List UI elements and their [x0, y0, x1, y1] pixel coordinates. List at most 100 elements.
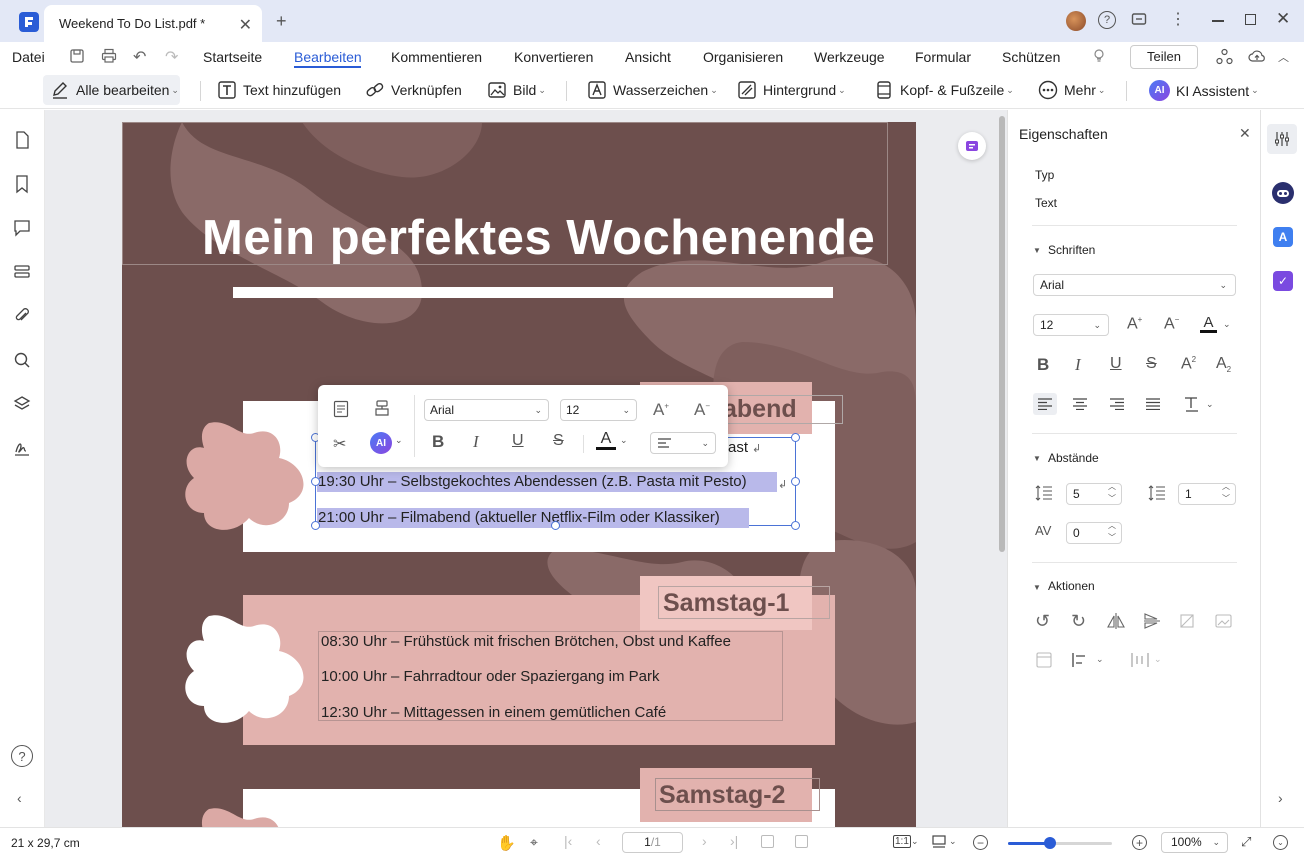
menu-convert[interactable]: Konvertieren	[514, 49, 593, 65]
scroll-down-icon[interactable]: ⌄	[1273, 835, 1288, 850]
feedback-icon[interactable]	[1131, 12, 1147, 28]
task-check-icon[interactable]: ✓	[1273, 271, 1293, 291]
avatar[interactable]	[1066, 11, 1086, 31]
italic-icon[interactable]: I	[473, 432, 479, 452]
ai-robot-icon[interactable]	[1272, 182, 1294, 204]
menu-edit[interactable]: Bearbeiten	[294, 49, 362, 65]
paint-format-icon[interactable]	[373, 399, 391, 417]
prev-page-icon[interactable]: ‹	[596, 833, 601, 849]
lightbulb-icon[interactable]	[1091, 48, 1107, 64]
crop-icon[interactable]	[1179, 613, 1195, 629]
zoom-out-icon[interactable]: −	[973, 835, 988, 850]
document-title[interactable]: Mein perfektes Wochenende	[202, 210, 875, 266]
close-window-icon[interactable]: ✕	[1276, 9, 1290, 29]
paragraph-spacing-input[interactable]: 1 ︿ ﹀	[1178, 482, 1236, 505]
section-1-heading[interactable]: abend	[723, 395, 797, 424]
decrease-font-icon[interactable]: A−	[1164, 315, 1179, 333]
bold-icon[interactable]: B	[432, 432, 444, 452]
fields-icon[interactable]	[12, 262, 32, 282]
header-footer-button[interactable]: Kopf- & Fußzeile ⌄	[874, 80, 1014, 100]
redo-icon[interactable]: ↷	[165, 47, 178, 67]
page-mode-chevron-icon[interactable]: ⌄	[911, 836, 919, 847]
layout-mode-icon[interactable]	[932, 835, 946, 849]
next-page-icon[interactable]: ›	[702, 833, 707, 849]
font-color-chevron-icon[interactable]: ⌄	[620, 435, 628, 446]
selected-line-1[interactable]: 19:30 Uhr – Selbstgekochtes Abendessen (…	[318, 473, 747, 490]
help-circle-icon[interactable]: ?	[11, 745, 33, 767]
increase-font-icon[interactable]: A+	[653, 400, 669, 420]
minimize-icon[interactable]	[1212, 20, 1224, 22]
section-2-line-1[interactable]: 08:30 Uhr – Frühstück mit frischen Brötc…	[321, 633, 731, 650]
search-icon[interactable]	[12, 350, 32, 370]
section-2-heading[interactable]: Samstag-1	[663, 589, 789, 618]
rotate-view-icon[interactable]	[761, 835, 774, 848]
menu-tools[interactable]: Werkzeuge	[814, 49, 885, 65]
menu-protect[interactable]: Schützen	[1002, 49, 1060, 65]
selected-line-2[interactable]: 21:00 Uhr – Filmabend (aktueller Netflix…	[318, 509, 720, 526]
layout-mode-chevron-icon[interactable]: ⌄	[949, 836, 957, 847]
new-tab-icon[interactable]: +	[276, 11, 287, 32]
align-justify-icon[interactable]	[1146, 398, 1160, 410]
ai-dropdown-chevron-icon[interactable]: ⌄	[395, 435, 403, 446]
background-button[interactable]: Hintergrund ⌄	[737, 80, 846, 100]
align-left-button[interactable]	[1033, 393, 1057, 415]
undo-icon[interactable]: ↶	[133, 47, 146, 67]
share-network-icon[interactable]	[1216, 48, 1233, 65]
ai-sidebar-toggle-icon[interactable]	[958, 132, 986, 160]
layers-icon[interactable]	[12, 394, 32, 414]
cloud-upload-icon[interactable]	[1248, 48, 1266, 65]
ocr-text-icon[interactable]	[333, 400, 349, 418]
collapse-fonts-icon[interactable]: ▼	[1033, 246, 1041, 255]
zoom-select[interactable]: 100% ⌄	[1161, 832, 1228, 853]
print-icon[interactable]	[101, 48, 117, 64]
select-tool-icon[interactable]: ⌖	[530, 834, 538, 851]
flip-horizontal-icon[interactable]	[1107, 613, 1125, 629]
cut-icon[interactable]: ✂	[333, 434, 346, 454]
underline-icon[interactable]: U	[512, 432, 524, 450]
page-thumbnail-icon[interactable]	[12, 130, 32, 150]
decrease-font-icon[interactable]: A−	[694, 400, 710, 420]
line-spacing-input[interactable]: 5 ︿ ﹀	[1066, 482, 1122, 505]
section-3-heading[interactable]: Samstag-2	[659, 781, 785, 810]
alignment-select[interactable]: ⌄	[650, 432, 716, 454]
rotate-left-icon[interactable]: ↺	[1035, 611, 1050, 632]
attachment-icon[interactable]	[12, 306, 32, 326]
bookmark-icon[interactable]	[12, 174, 32, 194]
resize-handle[interactable]	[791, 521, 800, 530]
signature-icon[interactable]	[12, 438, 32, 458]
hand-tool-icon[interactable]: ✋	[497, 834, 516, 852]
increase-font-icon[interactable]: A+	[1127, 315, 1142, 333]
menu-comment[interactable]: Kommentieren	[391, 49, 482, 65]
align-objects-icon[interactable]	[1071, 652, 1087, 668]
edit-all-button[interactable]: Alle bearbeiten ⌄	[50, 80, 179, 100]
fit-page-icon[interactable]	[795, 835, 808, 848]
ai-format-button[interactable]: AI	[370, 432, 392, 454]
prop-font-select[interactable]: Arial ⌄	[1033, 274, 1236, 296]
link-button[interactable]: Verknüpfen	[365, 80, 462, 100]
resize-handle[interactable]	[311, 521, 320, 530]
align-objects-chevron-icon[interactable]: ⌄	[1096, 654, 1104, 665]
first-page-icon[interactable]: |‹	[564, 833, 572, 849]
rotate-right-icon[interactable]: ↻	[1071, 611, 1086, 632]
underline-icon[interactable]: U	[1110, 355, 1122, 373]
menu-form[interactable]: Formular	[915, 49, 971, 65]
strikethrough-icon[interactable]: S	[553, 432, 564, 450]
more-options-icon[interactable]: ⋮	[1170, 9, 1186, 29]
vertical-scrollbar[interactable]	[999, 116, 1005, 552]
close-panel-icon[interactable]: ✕	[1239, 125, 1251, 142]
font-color-icon[interactable]: A	[596, 430, 616, 450]
menu-home[interactable]: Startseite	[203, 49, 262, 65]
character-spacing-input[interactable]: 0 ︿ ﹀	[1066, 521, 1122, 544]
translate-icon[interactable]: A	[1273, 227, 1293, 247]
zoom-in-icon[interactable]: +	[1132, 835, 1147, 850]
flip-vertical-icon[interactable]	[1143, 613, 1161, 629]
page-number-input[interactable]: 1/1	[622, 832, 683, 853]
image-button[interactable]: Bild ⌄	[487, 80, 546, 100]
resize-handle[interactable]	[791, 433, 800, 442]
document-tab[interactable]: Weekend To Do List.pdf * ✕	[44, 5, 262, 42]
close-tab-icon[interactable]: ✕	[239, 15, 252, 35]
prop-size-select[interactable]: 12 ⌄	[1033, 314, 1109, 336]
collapse-left-icon[interactable]: ‹	[17, 790, 22, 806]
menu-view[interactable]: Ansicht	[625, 49, 671, 65]
collapse-ribbon-icon[interactable]: ︿	[1278, 49, 1289, 65]
